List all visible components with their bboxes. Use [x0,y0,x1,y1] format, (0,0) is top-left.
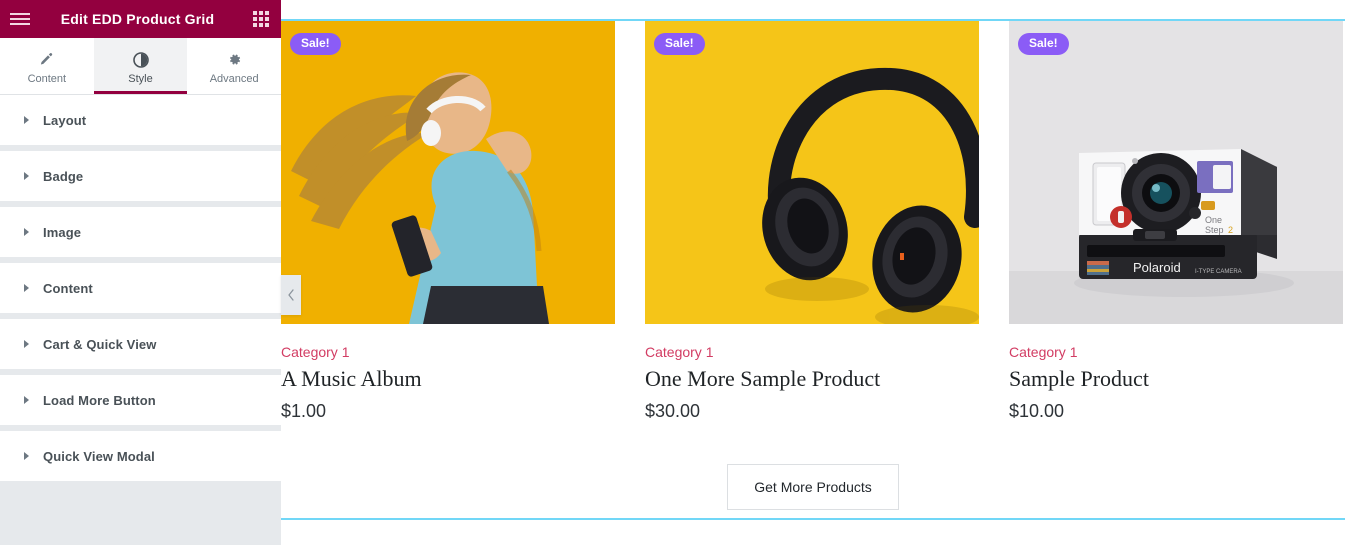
svg-text:2: 2 [1228,225,1233,235]
panel-collapse-handle[interactable] [281,275,301,315]
product-price: $1.00 [281,401,327,422]
product-price: $30.00 [645,401,701,422]
product-grid-section: Sale! Category 1 A Music Album $1.00 Sal… [281,19,1345,520]
product-category[interactable]: Category 1 [1009,344,1343,360]
pencil-icon [39,51,54,68]
tab-advanced-label: Advanced [209,73,259,85]
product-info: Category 1 A Music Album $1.00 [281,324,615,422]
product-title[interactable]: Sample Product [1009,366,1343,391]
status-badge: Sale! [654,33,705,55]
panel-tabs: Content Style Advanced [0,38,281,95]
sidebar-item-quick-view-modal[interactable]: Quick View Modal [0,431,281,481]
product-price: $10.00 [1009,401,1065,422]
chevron-right-icon [24,396,29,404]
product-card[interactable]: Sale! Category 1 One More Sample Product… [645,21,979,422]
chevron-left-icon [287,289,295,301]
sidebar-item-cart-quick-view[interactable]: Cart & Quick View [0,319,281,369]
svg-text:Polaroid: Polaroid [1133,260,1181,275]
status-badge: Sale! [1018,33,1069,55]
hamburger-icon[interactable] [0,0,40,38]
tab-content[interactable]: Content [0,38,94,94]
svg-text:One: One [1205,215,1222,225]
sidebar-item-label: Image [43,224,82,240]
editor-panel: Edit EDD Product Grid Content Style Adva… [0,0,281,545]
product-artwork [645,21,979,324]
load-more-button[interactable]: Get More Products [727,464,899,510]
product-card[interactable]: Sale! Category 1 A Music Album $1.00 [281,21,615,422]
product-category[interactable]: Category 1 [281,344,615,360]
half-circle-contrast-icon [132,51,149,68]
sidebar-item-load-more-button[interactable]: Load More Button [0,375,281,425]
product-info: Category 1 Sample Product $10.00 [1009,324,1343,422]
product-image[interactable]: Sale! [281,21,615,324]
sidebar-item-label: Badge [43,168,84,184]
sidebar-item-image[interactable]: Image [0,207,281,257]
chevron-right-icon [24,228,29,236]
sidebar-item-layout[interactable]: Layout [0,95,281,145]
svg-text:Step: Step [1205,225,1224,235]
product-category[interactable]: Category 1 [645,344,979,360]
polaroid-camera-image: Polaroid I-TYPE CAMERA One Step 2 [1009,21,1343,324]
sidebar-item-label: Load More Button [43,392,156,408]
sidebar-item-label: Quick View Modal [43,448,155,464]
editor-window: Edit EDD Product Grid Content Style Adva… [0,0,1345,545]
widgets-grid-icon[interactable] [241,0,281,38]
chevron-right-icon [24,284,29,292]
preview-canvas: Sale! Category 1 A Music Album $1.00 Sal… [281,0,1345,545]
tab-advanced[interactable]: Advanced [187,38,281,94]
status-badge: Sale! [290,33,341,55]
sidebar-item-content[interactable]: Content [0,263,281,313]
product-card[interactable]: Polaroid I-TYPE CAMERA One Step 2 Sale! … [1009,21,1343,422]
product-artwork [281,21,615,324]
sidebar-item-label: Cart & Quick View [43,336,157,352]
page-title: Edit EDD Product Grid [60,11,215,27]
product-info: Category 1 One More Sample Product $30.0… [645,324,979,422]
load-more-row: Get More Products [281,464,1345,518]
woman-dancing-with-headphones-image [281,21,615,324]
chevron-right-icon [24,340,29,348]
tab-style-label: Style [128,73,153,85]
product-artwork: Polaroid I-TYPE CAMERA One Step 2 [1009,21,1343,324]
style-sections-accordion: Layout Badge Image Content Cart & Quick … [0,95,281,481]
sidebar-item-label: Content [43,280,93,296]
chevron-right-icon [24,452,29,460]
black-headphones-image [645,21,979,324]
tab-style[interactable]: Style [93,38,188,94]
chevron-right-icon [24,116,29,124]
gear-icon [227,51,242,68]
product-image[interactable]: Sale! [645,21,979,324]
product-grid: Sale! Category 1 A Music Album $1.00 Sal… [281,21,1345,422]
svg-text:I-TYPE CAMERA: I-TYPE CAMERA [1195,269,1242,275]
product-title[interactable]: A Music Album [281,366,615,391]
product-title[interactable]: One More Sample Product [645,366,979,391]
sidebar-item-label: Layout [43,112,87,128]
panel-header: Edit EDD Product Grid [0,0,281,38]
chevron-right-icon [24,172,29,180]
sidebar-item-badge[interactable]: Badge [0,151,281,201]
tab-content-label: Content [27,73,67,85]
product-image[interactable]: Polaroid I-TYPE CAMERA One Step 2 Sale! [1009,21,1343,324]
